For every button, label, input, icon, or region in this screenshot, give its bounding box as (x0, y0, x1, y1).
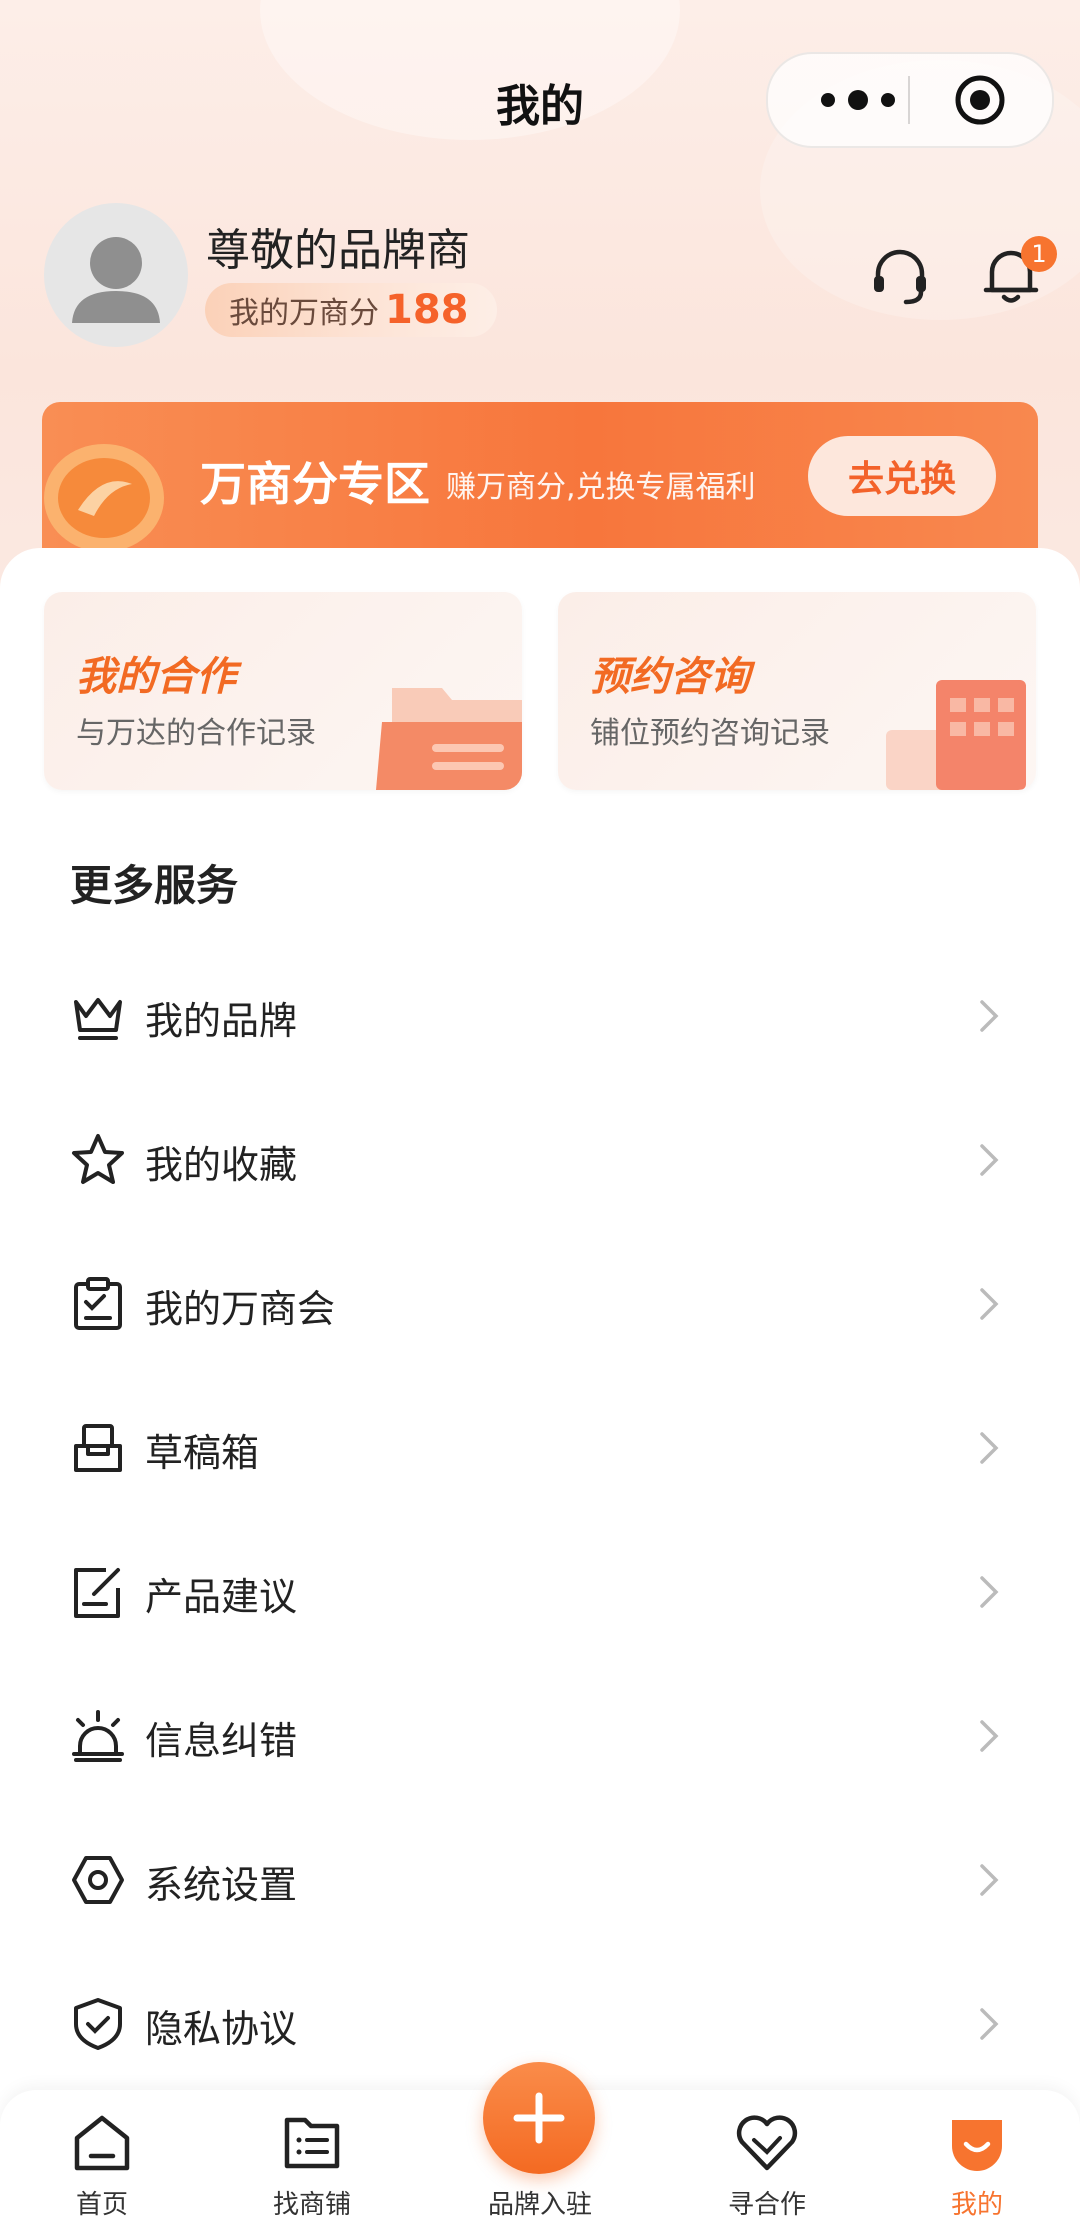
clipboard-icon (74, 1277, 122, 1330)
list-icon (284, 2117, 340, 2169)
tab-home[interactable]: 首页 (27, 2110, 177, 2230)
chevron-right-icon (980, 2008, 999, 2040)
more-icon[interactable] (808, 80, 908, 120)
redeem-button[interactable]: 去兑换 (808, 436, 996, 516)
menu-label: 我的收藏 (145, 1143, 298, 1187)
menu-label: 我的品牌 (145, 999, 298, 1043)
star-icon (72, 1134, 124, 1184)
chevron-right-icon (980, 1288, 999, 1320)
banner-title: 万商分专区 (200, 457, 430, 511)
close-target-icon[interactable] (954, 74, 1006, 126)
menu-item-settings[interactable]: 系统设置 (0, 1804, 1080, 1948)
menu-item-error-report[interactable]: 信息纠错 (0, 1660, 1080, 1804)
headset-icon[interactable] (868, 244, 932, 308)
menu-item-product-feedback[interactable]: 产品建议 (0, 1516, 1080, 1660)
notification-badge: 1 (1021, 236, 1057, 272)
menu-label: 草稿箱 (145, 1431, 260, 1475)
section-title: 更多服务 (70, 861, 239, 910)
tab-label: 我的 (950, 2190, 1003, 2220)
card-subtitle: 与万达的合作记录 (76, 716, 316, 751)
card-title: 我的合作 (76, 654, 236, 700)
building-icon (886, 680, 1026, 790)
chevron-right-icon (980, 1720, 999, 1752)
points-banner[interactable]: 万商分专区 赚万商分,兑换专属福利 去兑换 (42, 402, 1038, 570)
menu-item-my-brand[interactable]: 我的品牌 (0, 940, 1080, 1084)
folder-icon (376, 688, 522, 790)
score-label: 我的万商分 (229, 296, 379, 331)
chevron-right-icon (980, 1144, 999, 1176)
my-cooperation-card[interactable]: 我的合作 与万达的合作记录 (44, 592, 522, 790)
edit-icon (74, 1568, 120, 1618)
menu-label: 信息纠错 (145, 1719, 298, 1763)
brand-join-button[interactable] (483, 2062, 595, 2174)
menu-label: 隐私协议 (145, 2007, 298, 2051)
settings-icon (72, 1856, 124, 1904)
menu-item-favorites[interactable]: 我的收藏 (0, 1084, 1080, 1228)
avatar[interactable] (44, 203, 188, 347)
tab-label: 找商铺 (272, 2190, 351, 2220)
menu-label: 我的万商会 (145, 1287, 336, 1331)
mini-program-capsule (766, 52, 1054, 148)
menu-label: 系统设置 (145, 1863, 298, 1907)
score-badge[interactable]: 我的万商分 188 (205, 283, 497, 337)
tab-label: 寻合作 (727, 2190, 806, 2220)
tab-label: 首页 (75, 2190, 128, 2220)
chevron-right-icon (980, 1576, 999, 1608)
menu-label: 产品建议 (145, 1575, 298, 1619)
card-subtitle: 铺位预约咨询记录 (590, 716, 830, 751)
tab-label: 品牌入驻 (487, 2190, 592, 2220)
shield-icon (74, 1998, 122, 2050)
home-icon (74, 2115, 130, 2171)
profile-icon (952, 2120, 1002, 2171)
banner-subtitle: 赚万商分,兑换专属福利 (446, 470, 756, 505)
handshake-heart-icon (736, 2115, 798, 2171)
tab-find-shop[interactable]: 找商铺 (237, 2110, 387, 2230)
score-value: 188 (385, 287, 469, 333)
card-title: 预约咨询 (590, 654, 750, 700)
plus-icon (513, 2092, 565, 2144)
alarm-icon (72, 1710, 124, 1762)
crown-icon (74, 998, 122, 1040)
chevron-right-icon (980, 1864, 999, 1896)
inbox-icon (74, 1424, 122, 1472)
chevron-right-icon (980, 1000, 999, 1032)
user-silhouette-icon (72, 237, 160, 323)
menu-item-merchant-club[interactable]: 我的万商会 (0, 1228, 1080, 1372)
tab-cooperation[interactable]: 寻合作 (692, 2110, 842, 2230)
menu-item-drafts[interactable]: 草稿箱 (0, 1372, 1080, 1516)
chevron-right-icon (980, 1432, 999, 1464)
tab-mine[interactable]: 我的 (902, 2110, 1052, 2230)
appointment-card[interactable]: 预约咨询 铺位预约咨询记录 (558, 592, 1036, 790)
capsule-divider (908, 76, 910, 124)
user-name[interactable]: 尊敬的品牌商 (206, 214, 470, 278)
